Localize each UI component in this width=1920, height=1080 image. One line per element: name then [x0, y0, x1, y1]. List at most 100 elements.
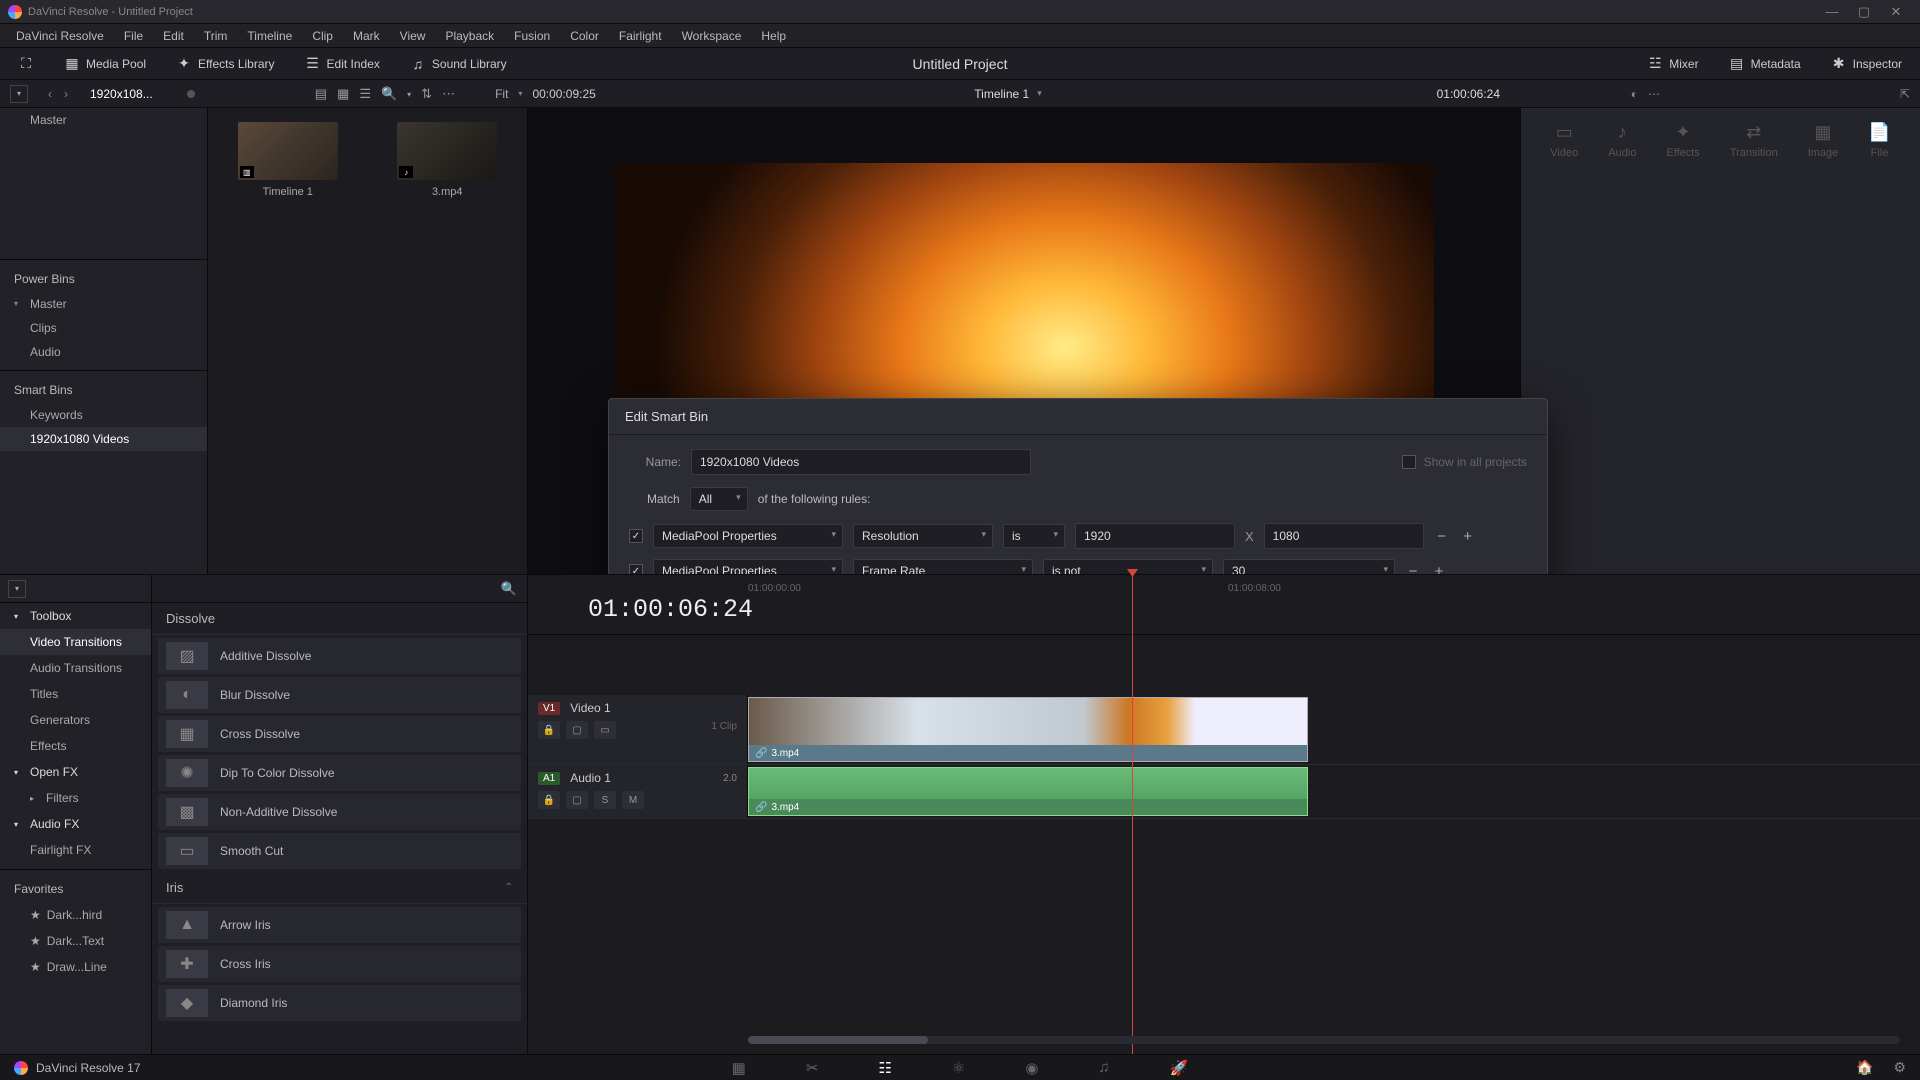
inspector-tab-effects[interactable]: ✦Effects: [1666, 122, 1699, 159]
menu-timeline[interactable]: Timeline: [237, 24, 302, 47]
fx-cat-filters[interactable]: ▸Filters: [0, 785, 151, 811]
menu-fairlight[interactable]: Fairlight: [609, 24, 672, 47]
timeline-name[interactable]: Timeline 1: [974, 87, 1029, 101]
page-deliver[interactable]: 🚀: [1170, 1059, 1189, 1077]
page-fusion[interactable]: ⚛: [952, 1059, 965, 1077]
rule-remove-button[interactable]: −: [1434, 528, 1450, 545]
smartbin-name-input[interactable]: [691, 449, 1031, 475]
menu-color[interactable]: Color: [560, 24, 609, 47]
a1-badge[interactable]: A1: [538, 772, 560, 785]
power-bin-clips[interactable]: Clips: [0, 316, 207, 340]
track-lock-button[interactable]: 🔒: [538, 791, 560, 809]
match-mode-select[interactable]: All: [690, 487, 748, 511]
collapse-icon[interactable]: ⌃: [505, 882, 513, 893]
track-lock-button[interactable]: 🔒: [538, 721, 560, 739]
fx-cat-video-transitions[interactable]: Video Transitions: [0, 629, 151, 655]
power-bin-audio[interactable]: Audio: [0, 340, 207, 364]
v1-badge[interactable]: V1: [538, 702, 560, 715]
timeline-scrollbar[interactable]: [748, 1036, 1900, 1044]
fx-smooth-cut[interactable]: ▭Smooth Cut: [158, 833, 521, 869]
fx-diamond-iris[interactable]: ◆Diamond Iris: [158, 985, 521, 1021]
media-pool-button[interactable]: ▦Media Pool: [56, 52, 154, 76]
track-enable-button[interactable]: ▭: [594, 721, 616, 739]
fx-blur-dissolve[interactable]: ◐Blur Dissolve: [158, 677, 521, 713]
menu-playback[interactable]: Playback: [435, 24, 504, 47]
fx-search-icon[interactable]: 🔍: [501, 581, 517, 597]
window-close-button[interactable]: ✕: [1880, 4, 1912, 20]
edit-index-button[interactable]: ☰Edit Index: [297, 52, 388, 76]
page-edit[interactable]: ☷: [878, 1059, 891, 1077]
rule-op-select[interactable]: is: [1003, 524, 1065, 548]
inspector-button[interactable]: ✱Inspector: [1823, 52, 1910, 76]
fx-view-dropdown[interactable]: ▾: [8, 580, 26, 598]
page-fairlight[interactable]: ♫: [1098, 1059, 1109, 1077]
menu-help[interactable]: Help: [751, 24, 796, 47]
fx-cat-titles[interactable]: Titles: [0, 681, 151, 707]
options-icon[interactable]: ⋯: [442, 86, 455, 102]
show-all-projects-checkbox[interactable]: [1402, 455, 1416, 469]
menu-davinci[interactable]: DaVinci Resolve: [6, 24, 114, 47]
rule-property-select[interactable]: Resolution: [853, 524, 993, 548]
menu-workspace[interactable]: Workspace: [672, 24, 752, 47]
inspector-tab-transition[interactable]: ⇄Transition: [1730, 122, 1778, 159]
track-mute-button[interactable]: M: [622, 791, 644, 809]
inspector-tab-image[interactable]: ▦Image: [1808, 122, 1839, 159]
track-auto-select-button[interactable]: ▢: [566, 791, 588, 809]
inspector-tab-video[interactable]: ▭Video: [1550, 122, 1578, 159]
viewer-options-icon[interactable]: ⋯: [1648, 87, 1660, 101]
bin-master[interactable]: Master: [0, 108, 207, 132]
search-chevron-icon[interactable]: ▾: [407, 90, 411, 102]
inspector-tab-file[interactable]: 📄File: [1868, 122, 1890, 159]
thumb-timeline-1[interactable]: ▥ Timeline 1: [228, 122, 348, 198]
fx-cat-toolbox[interactable]: ▾Toolbox: [0, 603, 151, 629]
search-icon[interactable]: 🔍: [381, 86, 397, 102]
menu-fusion[interactable]: Fusion: [504, 24, 560, 47]
menu-edit[interactable]: Edit: [153, 24, 194, 47]
timeline[interactable]: 01:00:06:24 01:00:00:00 01:00:08:00 V1Vi…: [528, 575, 1920, 1054]
fx-cat-fairlightfx[interactable]: Fairlight FX: [0, 837, 151, 863]
active-bin-name[interactable]: 1920x108...: [74, 87, 169, 101]
home-button[interactable]: 🏠: [1856, 1059, 1873, 1076]
view-meta-icon[interactable]: ▤: [315, 86, 327, 102]
fx-fav-1[interactable]: ★ Dark...hird: [0, 902, 151, 928]
effects-library-button[interactable]: ✦Effects Library: [168, 52, 282, 76]
rule-enabled-checkbox[interactable]: ✓: [629, 529, 643, 543]
fx-cat-audiofx[interactable]: ▾Audio FX: [0, 811, 151, 837]
view-list-icon[interactable]: ☰: [359, 86, 371, 102]
window-minimize-button[interactable]: —: [1816, 4, 1848, 19]
rule-add-button[interactable]: +: [1460, 528, 1476, 545]
project-settings-button[interactable]: ⚙: [1893, 1059, 1906, 1076]
fit-dropdown[interactable]: Fit: [495, 87, 508, 101]
bin-view-dropdown[interactable]: ▾: [10, 85, 28, 103]
mixer-button[interactable]: ☳Mixer: [1639, 52, 1706, 76]
fx-fav-3[interactable]: ★ Draw...Line: [0, 954, 151, 980]
fx-cross-iris[interactable]: ✚Cross Iris: [158, 946, 521, 982]
timeline-timecode[interactable]: 01:00:06:24: [538, 595, 753, 634]
fx-cat-generators[interactable]: Generators: [0, 707, 151, 733]
timeline-ruler[interactable]: 01:00:00:00 01:00:08:00: [748, 583, 1910, 597]
page-media[interactable]: ▦: [732, 1059, 746, 1077]
fx-cat-openfx[interactable]: ▾Open FX: [0, 759, 151, 785]
menu-trim[interactable]: Trim: [194, 24, 238, 47]
menu-mark[interactable]: Mark: [343, 24, 390, 47]
fx-fav-2[interactable]: ★ Dark...Text: [0, 928, 151, 954]
page-color[interactable]: ◉: [1025, 1059, 1038, 1077]
bypass-grades-icon[interactable]: ◐: [1631, 87, 1638, 101]
fullscreen-toggle[interactable]: ⛶: [10, 52, 42, 76]
power-bin-master[interactable]: ▾Master: [0, 292, 207, 316]
smart-bin-1920x1080[interactable]: 1920x1080 Videos: [0, 427, 207, 451]
fx-cat-audio-transitions[interactable]: Audio Transitions: [0, 655, 151, 681]
rule-category-select[interactable]: MediaPool Properties: [653, 524, 843, 548]
inspector-expand-icon[interactable]: ⇱: [1900, 87, 1910, 101]
metadata-button[interactable]: ▤Metadata: [1721, 52, 1809, 76]
fx-additive-dissolve[interactable]: ▨Additive Dissolve: [158, 638, 521, 674]
fx-non-additive-dissolve[interactable]: ▩Non-Additive Dissolve: [158, 794, 521, 830]
track-auto-select-button[interactable]: ▢: [566, 721, 588, 739]
sort-icon[interactable]: ⇅: [421, 86, 432, 102]
menu-view[interactable]: View: [390, 24, 436, 47]
fx-cross-dissolve[interactable]: ▦Cross Dissolve: [158, 716, 521, 752]
fx-dip-color-dissolve[interactable]: ✺Dip To Color Dissolve: [158, 755, 521, 791]
smart-bin-keywords[interactable]: Keywords: [0, 403, 207, 427]
rule-value2-input[interactable]: [1264, 523, 1424, 549]
timeline-audio-clip[interactable]: 🔗3.mp4: [748, 767, 1308, 816]
